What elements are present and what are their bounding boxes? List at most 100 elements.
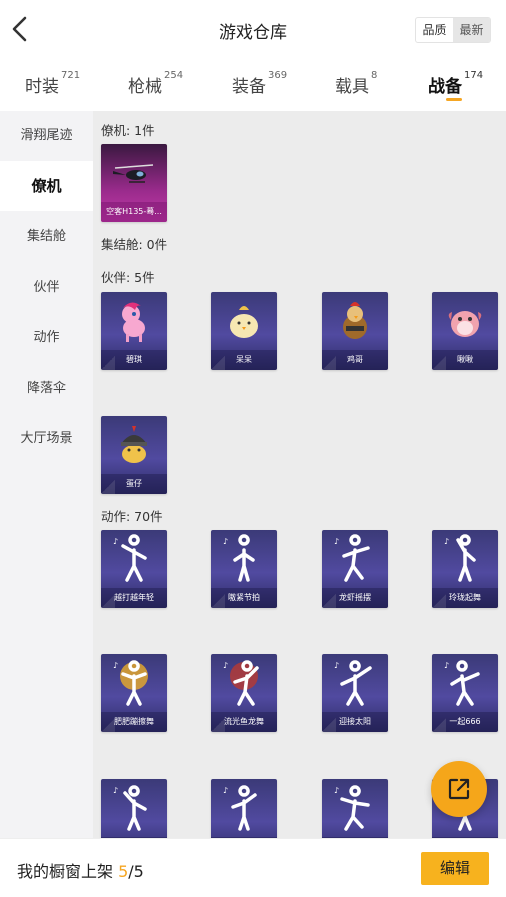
showcase-label: 我的橱窗上架 (17, 862, 119, 881)
item-card[interactable]: 蛋仔 (101, 416, 167, 494)
tab-count: 369 (268, 70, 288, 81)
tab-label: 时装 (25, 77, 59, 97)
dancer-icon: ♪ (113, 785, 147, 831)
section-title-wingman: 僚机: 1件 (101, 123, 155, 138)
sidebar: 滑翔尾迹 僚机 集结舱 伙伴 动作 降落伞 大厅场景 (0, 111, 93, 838)
showcase-count: 5 (118, 862, 129, 881)
showcase-bar: 我的橱窗上架 5/5 编辑 (0, 838, 506, 897)
tab-count: 174 (464, 70, 484, 81)
item-card[interactable]: 空客H135-蓦... (101, 144, 167, 222)
item-card[interactable]: 呆呆 (211, 292, 277, 370)
sidebar-item-action[interactable]: 动作 (0, 313, 93, 363)
item-card[interactable]: ♪ 龙虾摇摆 (322, 530, 388, 608)
dancer-icon: ♪ (223, 785, 257, 831)
tab-label: 枪械 (128, 77, 162, 97)
dancer-icon: ♪ (444, 534, 476, 582)
item-list[interactable]: 僚机: 1件 空客H135-蓦... 集结舱: 0件 伙伴: 5件 碧琪 呆呆 … (93, 111, 506, 838)
tab-count: 721 (61, 70, 81, 81)
item-name: 肥肥蹦擦舞 (101, 712, 167, 732)
item-card[interactable]: ♪ 迎接太阳 (322, 654, 388, 732)
sidebar-item-lobby-scene[interactable]: 大厅场景 (0, 414, 93, 464)
item-card[interactable]: ♪ 一起666 (432, 654, 498, 732)
svg-text:♪: ♪ (223, 661, 228, 670)
section-title-assembly-pod: 集结舱: 0件 (101, 237, 168, 252)
edit-button[interactable]: 编辑 (421, 852, 489, 885)
item-name: 流光鱼龙舞 (211, 712, 277, 732)
item-name: 越打越年轻 (101, 588, 167, 608)
category-tabs: 时装721 枪械254 装备369 载具8 战备174 (0, 60, 506, 110)
item-card[interactable]: ♪ (101, 779, 167, 838)
item-card[interactable]: 碧琪 (101, 292, 167, 370)
helicopter-icon (113, 164, 154, 183)
tab-label: 装备 (232, 77, 266, 97)
svg-text:♪: ♪ (113, 661, 118, 670)
sort-toggle: 品质 最新 (415, 17, 491, 43)
section-title-action: 动作: 70件 (101, 509, 163, 524)
item-name: 空客H135-蓦... (101, 202, 167, 222)
sidebar-item-partner[interactable]: 伙伴 (0, 263, 93, 313)
item-name: 嗷紧节拍 (211, 588, 277, 608)
section-title-partner: 伙伴: 5件 (101, 270, 155, 285)
item-name: 碧琪 (101, 350, 167, 370)
item-name: 鸡哥 (322, 350, 388, 370)
sidebar-item-parachute[interactable]: 降落伞 (0, 364, 93, 414)
dancer-icon: ♪ (223, 534, 255, 582)
dancer-icon: ♪ (223, 660, 259, 706)
tab-fashion[interactable]: 时装721 (25, 70, 81, 97)
sidebar-item-wingman[interactable]: 僚机 (0, 161, 93, 211)
dancer-icon: ♪ (113, 660, 148, 706)
share-button[interactable] (431, 761, 487, 817)
pink-bird-icon (448, 311, 482, 337)
item-name: 迎接太阳 (322, 712, 388, 732)
chick-icon (230, 306, 258, 338)
item-name: 呆呆 (211, 350, 277, 370)
dancer-icon: ♪ (334, 660, 372, 706)
tab-combat-gear[interactable]: 战备174 (428, 70, 484, 97)
svg-text:♪: ♪ (113, 537, 118, 546)
header: 游戏仓库 品质 最新 (0, 0, 506, 60)
tab-vehicles[interactable]: 载具8 (335, 70, 378, 97)
svg-text:♪: ♪ (334, 537, 339, 546)
dancer-icon: ♪ (113, 534, 147, 582)
svg-text:♪: ♪ (334, 661, 339, 670)
item-card[interactable]: ♪ 嗷紧节拍 (211, 530, 277, 608)
warehouse-page: 游戏仓库 品质 最新 时装721 枪械254 装备369 载具8 战备174 滑… (0, 0, 506, 897)
tab-weapons[interactable]: 枪械254 (128, 70, 184, 97)
item-card[interactable]: ♪ 玲珑起舞 (432, 530, 498, 608)
svg-text:♪: ♪ (334, 786, 339, 795)
tab-equipment[interactable]: 装备369 (232, 70, 288, 97)
tab-count: 254 (164, 70, 184, 81)
svg-text:♪: ♪ (444, 661, 449, 670)
item-card[interactable]: ♪ 越打越年轻 (101, 530, 167, 608)
item-card[interactable]: 啾啾 (432, 292, 498, 370)
svg-text:♪: ♪ (223, 537, 228, 546)
pony-icon (122, 302, 145, 342)
dancer-icon: ♪ (334, 534, 370, 582)
item-card[interactable]: ♪ (211, 779, 277, 838)
item-name: 玲珑起舞 (432, 588, 498, 608)
sidebar-item-assembly-pod[interactable]: 集结舱 (0, 212, 93, 262)
dancer-icon: ♪ (334, 785, 370, 831)
item-card[interactable]: 鸡哥 (322, 292, 388, 370)
active-tab-indicator (446, 98, 462, 101)
item-name: 啾啾 (432, 350, 498, 370)
share-out-icon (448, 778, 470, 800)
tab-count: 8 (371, 70, 378, 81)
item-name: 龙虾摇摆 (322, 588, 388, 608)
sidebar-item-glide-trail[interactable]: 滑翔尾迹 (0, 111, 93, 161)
showcase-total: /5 (128, 862, 144, 881)
svg-text:♪: ♪ (223, 786, 228, 795)
item-name: 一起666 (432, 712, 498, 732)
item-card[interactable]: ♪ 流光鱼龙舞 (211, 654, 277, 732)
item-card[interactable]: ♪ (322, 779, 388, 838)
item-name: 蛋仔 (101, 474, 167, 494)
helmet-chick-icon (121, 426, 147, 463)
item-card[interactable]: ♪ 肥肥蹦擦舞 (101, 654, 167, 732)
sort-latest-button[interactable]: 最新 (453, 18, 490, 42)
showcase-status: 我的橱窗上架 5/5 (17, 858, 144, 882)
tab-label: 战备 (428, 77, 462, 97)
svg-text:♪: ♪ (113, 786, 118, 795)
rooster-icon (343, 302, 367, 339)
sort-quality-button[interactable]: 品质 (416, 18, 453, 42)
dancer-icon: ♪ (444, 660, 480, 706)
